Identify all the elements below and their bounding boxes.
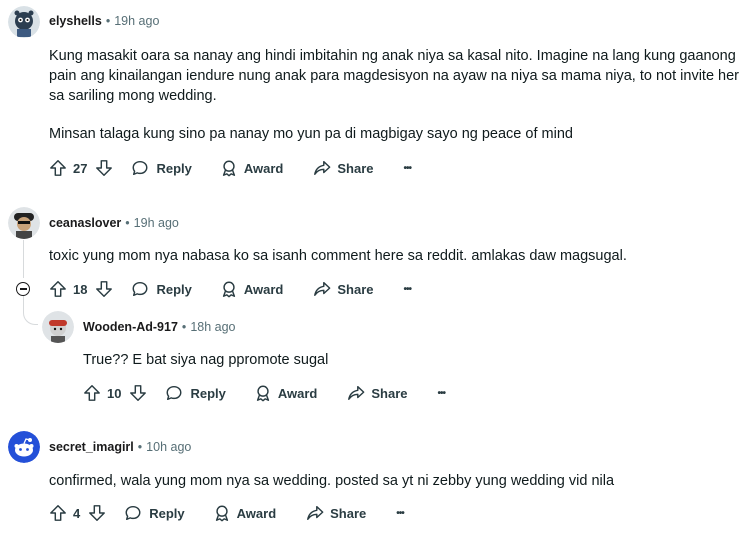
comment-actions: 27 Reply Award Share ••• — [49, 158, 412, 178]
separator: • — [105, 14, 111, 28]
share-label: Share — [337, 160, 374, 176]
comment-meta: secret_imagirl • 10h ago — [49, 440, 191, 454]
more-icon[interactable]: ••• — [404, 163, 412, 174]
comment-body: Kung masakit oara sa nanay ang hindi imb… — [49, 46, 749, 144]
share-button[interactable]: Share — [313, 159, 374, 177]
comment-body: confirmed, wala yung mom nya sa wedding.… — [49, 471, 739, 491]
reply-label: Reply — [156, 281, 192, 297]
timestamp: 10h ago — [146, 440, 192, 454]
reply-label: Reply — [149, 505, 185, 521]
vote-score: 4 — [73, 505, 81, 521]
comment-paragraph: True?? E bat siya nag ppromote sugal — [83, 352, 329, 368]
award-button[interactable]: Award — [220, 159, 284, 177]
share-icon — [314, 281, 331, 297]
share-button[interactable]: Share — [347, 384, 408, 402]
avatar[interactable] — [8, 431, 40, 463]
username[interactable]: secret_imagirl — [49, 440, 134, 454]
reply-icon — [132, 281, 148, 297]
comment-paragraph: Kung masakit oara sa nanay ang hindi imb… — [49, 48, 740, 104]
award-label: Award — [243, 281, 284, 297]
share-icon — [314, 160, 331, 176]
comment-paragraph: toxic yung mom nya nabasa ko sa isanh co… — [49, 248, 627, 264]
reply-button[interactable]: Reply — [165, 384, 226, 402]
comment-meta: Wooden-Ad-917 • 18h ago — [83, 320, 236, 334]
upvote-icon[interactable] — [49, 280, 67, 298]
avatar[interactable] — [8, 207, 40, 239]
award-label: Award — [277, 385, 318, 401]
comment-meta: elyshells • 19h ago — [49, 14, 159, 28]
more-icon[interactable]: ••• — [404, 284, 412, 295]
thread-elbow — [23, 296, 38, 325]
thread-line — [23, 240, 24, 278]
share-label: Share — [337, 281, 374, 297]
avatar[interactable] — [8, 6, 40, 38]
award-icon — [215, 505, 228, 522]
reply-icon — [125, 505, 141, 521]
downvote-icon[interactable] — [95, 280, 113, 298]
more-icon[interactable]: ••• — [438, 388, 446, 399]
timestamp: 19h ago — [133, 216, 179, 230]
award-icon — [256, 385, 269, 402]
comment-actions: 4 Reply Award Share ••• — [49, 503, 405, 523]
share-icon — [348, 385, 365, 401]
downvote-icon[interactable] — [88, 504, 106, 522]
comment-body: toxic yung mom nya nabasa ko sa isanh co… — [49, 246, 739, 266]
more-icon[interactable]: ••• — [396, 508, 404, 519]
downvote-icon[interactable] — [129, 384, 147, 402]
vote-score: 10 — [107, 385, 122, 401]
username[interactable]: ceanaslover — [49, 216, 121, 230]
reply-icon — [166, 385, 182, 401]
timestamp: 19h ago — [114, 14, 160, 28]
comment-meta: ceanaslover • 19h ago — [49, 216, 179, 230]
username[interactable]: elyshells — [49, 14, 102, 28]
timestamp: 18h ago — [190, 320, 236, 334]
share-label: Share — [330, 505, 367, 521]
share-button[interactable]: Share — [313, 280, 374, 298]
award-button[interactable]: Award — [213, 504, 277, 522]
reply-button[interactable]: Reply — [131, 159, 192, 177]
share-button[interactable]: Share — [306, 504, 366, 522]
comment-actions: 10 Reply Award Share ••• — [83, 383, 446, 403]
separator: • — [181, 320, 187, 334]
share-label: Share — [371, 385, 408, 401]
separator: • — [125, 216, 130, 230]
vote-score: 18 — [73, 281, 88, 297]
award-button[interactable]: Award — [220, 280, 284, 298]
comment-body: True?? E bat siya nag ppromote sugal — [83, 350, 733, 370]
award-label: Award — [236, 505, 277, 521]
downvote-icon[interactable] — [95, 159, 113, 177]
comment-paragraph: Minsan talaga kung sino pa nanay mo yun … — [49, 126, 573, 142]
username[interactable]: Wooden-Ad-917 — [83, 320, 178, 334]
collapse-icon[interactable] — [16, 282, 30, 296]
upvote-icon[interactable] — [49, 159, 67, 177]
separator: • — [137, 440, 143, 454]
reply-label: Reply — [156, 160, 192, 176]
award-icon — [222, 160, 235, 177]
share-icon — [307, 505, 324, 521]
comment-actions: 18 Reply Award Share ••• — [49, 279, 412, 299]
reply-icon — [132, 160, 148, 176]
comment-paragraph: confirmed, wala yung mom nya sa wedding.… — [49, 473, 615, 489]
reply-button[interactable]: Reply — [131, 280, 192, 298]
upvote-icon[interactable] — [49, 504, 67, 522]
reply-label: Reply — [190, 385, 226, 401]
avatar[interactable] — [42, 311, 74, 343]
vote-score: 27 — [73, 160, 88, 176]
award-icon — [222, 281, 235, 298]
award-label: Award — [243, 160, 284, 176]
reply-button[interactable]: Reply — [124, 504, 185, 522]
award-button[interactable]: Award — [254, 384, 318, 402]
upvote-icon[interactable] — [83, 384, 101, 402]
